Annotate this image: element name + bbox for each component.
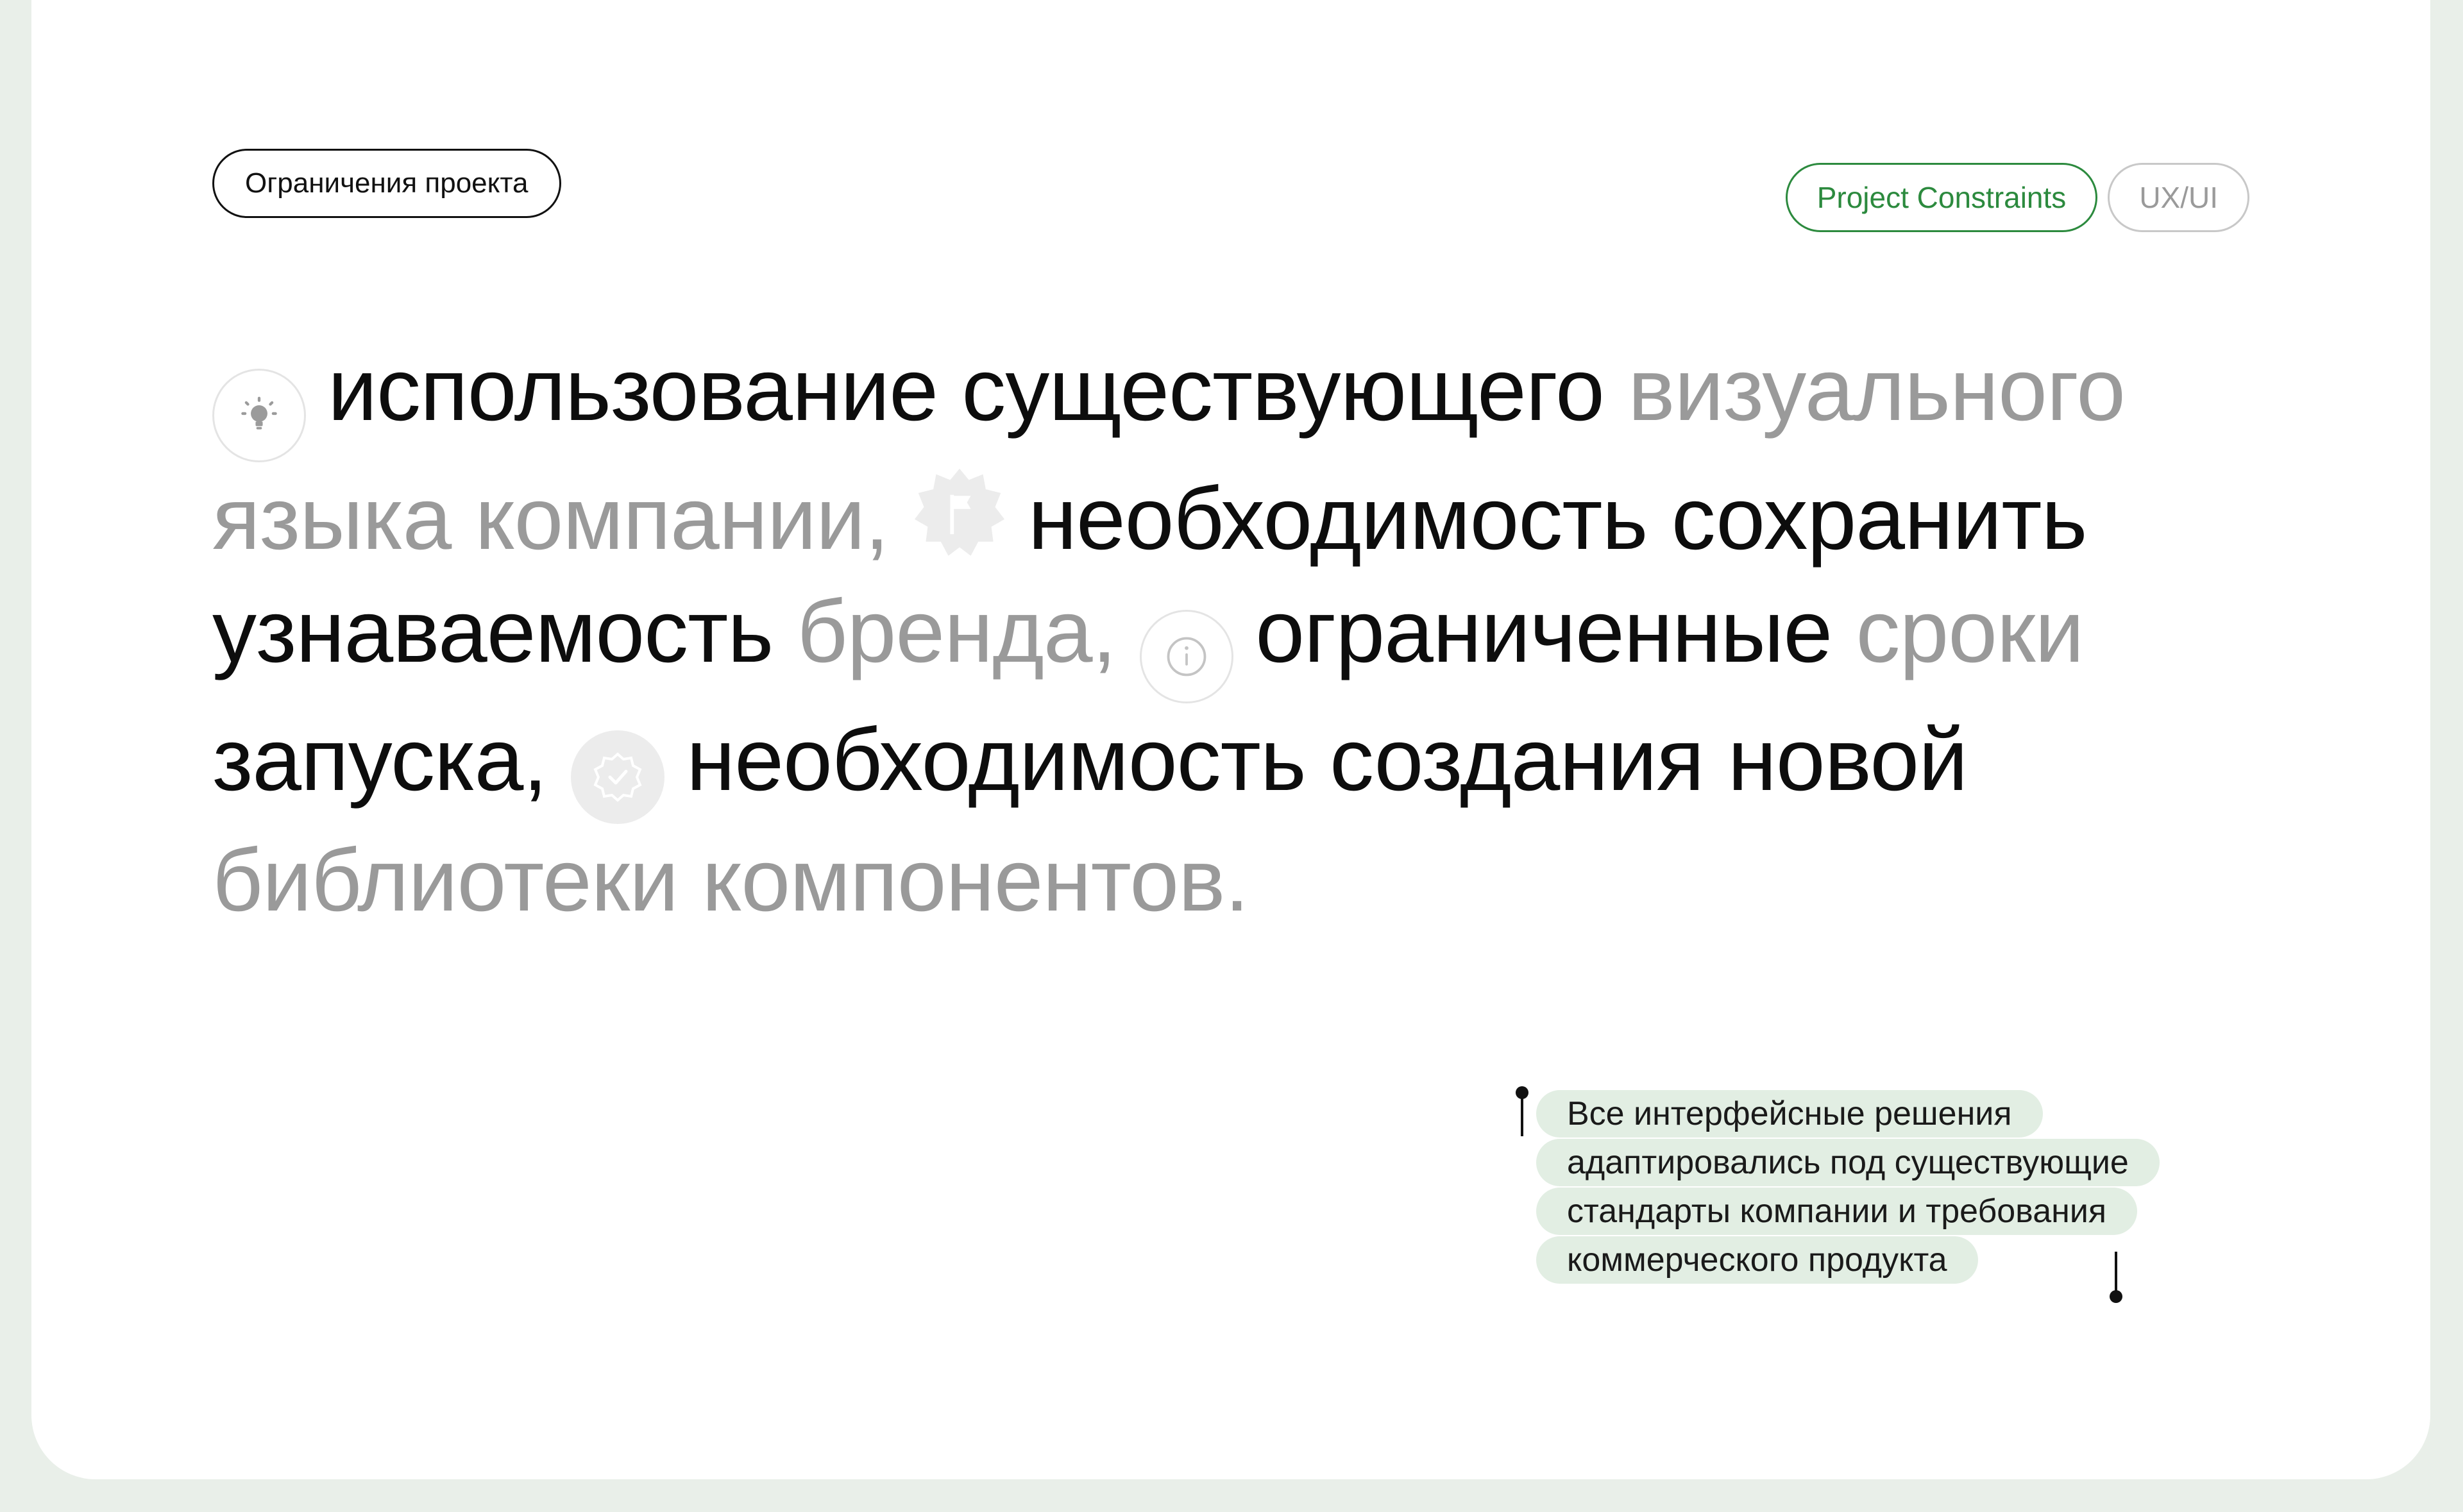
tag-list: Project Constraints UX/UI [1785,163,2249,232]
verified-badge-icon [571,730,665,824]
constraints-statement: использование существующего визуального … [212,333,2303,937]
note-callout: Все интерфейсные решения адаптировались … [1516,1086,2306,1303]
section-label: Ограничения проекта [212,149,561,218]
statement-muted-5: библиотеки компонентов. [212,831,1249,930]
flag-badge-icon [913,467,1006,560]
statement-muted-3: сроки [1856,582,2085,681]
note-line: Все интерфейсные решения [1536,1090,2043,1138]
info-icon [1140,610,1234,703]
tag-ux-ui[interactable]: UX/UI [2108,163,2249,232]
pin-marker-bottom [2110,1252,2122,1303]
note-line: стандарты компании и требования [1536,1188,2138,1235]
note-line: коммерческого продукта [1536,1236,1978,1284]
statement-muted-2: бренда, [797,582,1117,681]
lightbulb-icon [212,369,306,462]
pin-marker-top [1516,1086,1528,1136]
statement-text-1: использование существующего [328,340,1605,439]
statement-text-4: запуска, [212,710,548,809]
statement-text-5: необходимость создания новой [686,710,1968,809]
statement-text-3: ограниченные [1255,582,1832,681]
content-card: Ограничения проекта Project Constraints … [31,0,2430,1479]
note-line: адаптировались под существующие [1536,1139,2160,1186]
tag-project-constraints[interactable]: Project Constraints [1785,163,2098,232]
